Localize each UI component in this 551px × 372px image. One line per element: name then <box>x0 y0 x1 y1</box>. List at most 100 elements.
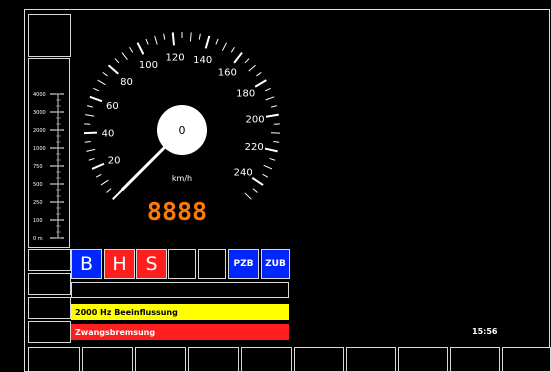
left-button-1[interactable] <box>28 249 71 271</box>
bottom-button-1[interactable] <box>28 347 80 372</box>
indicator-h-label: H <box>112 252 127 275</box>
distance-label: 4000 <box>33 92 46 98</box>
speed-tick <box>265 113 279 118</box>
bottom-button-6[interactable] <box>294 347 344 372</box>
distance-label: 3000 <box>33 110 46 116</box>
message-empty <box>71 282 289 298</box>
speed-scale-label: 220 <box>245 142 264 153</box>
speed-tick <box>163 33 166 40</box>
speed-tick <box>264 147 278 153</box>
speed-tick <box>145 38 149 45</box>
speed-tick <box>89 95 103 103</box>
bottom-button-7[interactable] <box>346 347 396 372</box>
left-button-2[interactable] <box>28 273 71 295</box>
bottom-button-9[interactable] <box>450 347 500 372</box>
speed-scale-label: 200 <box>246 114 265 125</box>
speed-tick <box>252 188 258 193</box>
speed-tick <box>97 79 106 86</box>
speed-tick <box>84 141 91 143</box>
speed-tick <box>154 35 158 45</box>
bottom-button-3[interactable] <box>135 347 186 372</box>
speed-tick <box>91 162 105 170</box>
indicator-empty-1[interactable] <box>168 249 196 279</box>
speed-tick <box>86 105 94 108</box>
speed-scale-label: 80 <box>120 77 133 88</box>
speed-tick <box>221 42 227 51</box>
indicator-b[interactable]: B <box>71 249 102 279</box>
left-button-4[interactable] <box>28 321 71 343</box>
speed-scale-label: 180 <box>236 88 255 99</box>
bottom-button-4[interactable] <box>188 347 239 372</box>
speed-tick <box>121 52 128 60</box>
hub-speed-value: 0 <box>179 124 186 137</box>
bottom-button-2[interactable] <box>82 347 133 372</box>
speed-scale-label: 240 <box>234 168 253 179</box>
speedometer: 20406080100120 140160180200220240 0 km/h … <box>84 32 280 226</box>
speed-tick <box>114 58 120 64</box>
speed-tick <box>265 87 271 92</box>
speed-tick <box>100 179 109 186</box>
speed-tick <box>269 157 276 161</box>
message-info-text: 2000 Hz Beeinflussung <box>75 307 178 317</box>
bottom-button-5[interactable] <box>241 347 292 372</box>
speed-tick <box>263 164 273 170</box>
indicator-zub-label: ZUB <box>265 259 286 269</box>
speed-tick <box>244 58 250 64</box>
speed-tick <box>129 46 134 53</box>
speed-tick <box>93 87 99 92</box>
speed-scale-label: 60 <box>106 101 119 112</box>
indicator-s-label: S <box>145 252 158 275</box>
speed-tick <box>262 173 269 178</box>
speed-unit: km/h <box>172 174 192 183</box>
speed-scale-label: 20 <box>108 155 121 166</box>
indicator-pzb-label: PZB <box>233 259 254 269</box>
speed-tick <box>270 105 278 108</box>
distance-scale: 4000 3000 2000 1000 750 500 250 100 0 m <box>28 58 70 248</box>
distance-label: 100 <box>33 218 43 224</box>
bottom-button-8[interactable] <box>398 347 448 372</box>
speed-tick <box>251 176 264 186</box>
digital-speed: 8888 <box>147 197 207 226</box>
speed-tick <box>256 71 262 77</box>
indicator-pzb[interactable]: PZB <box>228 249 259 279</box>
message-alert-text: Zwangsbremsung <box>75 327 156 337</box>
message-info: 2000 Hz Beeinflussung <box>71 304 289 320</box>
speed-tick <box>88 157 95 161</box>
indicator-b-label: B <box>79 252 94 275</box>
speed-tick <box>111 189 123 201</box>
distance-label: 750 <box>33 164 43 170</box>
speed-tick <box>102 71 108 77</box>
distance-label: 250 <box>33 200 43 206</box>
speed-tick <box>265 96 275 101</box>
speed-tick <box>86 148 96 152</box>
top-left-panel <box>28 14 71 57</box>
distance-label: 2000 <box>33 128 46 134</box>
speed-tick <box>273 141 280 143</box>
speed-tick <box>85 114 95 117</box>
indicator-h[interactable]: H <box>104 249 135 279</box>
distance-label: 1000 <box>33 146 46 152</box>
bottom-button-10[interactable] <box>502 347 551 372</box>
speed-scale-label: 120 <box>165 52 184 63</box>
indicator-empty-2[interactable] <box>198 249 226 279</box>
left-button-3[interactable] <box>28 297 71 319</box>
speed-scale-label: 100 <box>139 60 158 71</box>
message-alert: Zwangsbremsung <box>71 324 289 340</box>
speed-tick <box>215 38 219 45</box>
speed-tick <box>233 51 243 64</box>
speed-scale-label: 160 <box>218 68 237 79</box>
speed-scale-label: 40 <box>102 128 115 139</box>
clock-time: 15:56 <box>472 327 498 336</box>
speed-scale-label: 140 <box>193 55 212 66</box>
speed-tick <box>136 42 145 55</box>
distance-label: 500 <box>33 182 43 188</box>
speed-tick <box>95 173 102 178</box>
speed-tick <box>204 35 211 49</box>
speed-tick <box>248 64 256 72</box>
speed-tick <box>230 46 235 53</box>
indicator-zub[interactable]: ZUB <box>261 249 290 279</box>
speed-tick <box>244 192 252 200</box>
speed-tick <box>198 33 201 40</box>
speed-tick <box>107 64 119 75</box>
indicator-s[interactable]: S <box>136 249 167 279</box>
